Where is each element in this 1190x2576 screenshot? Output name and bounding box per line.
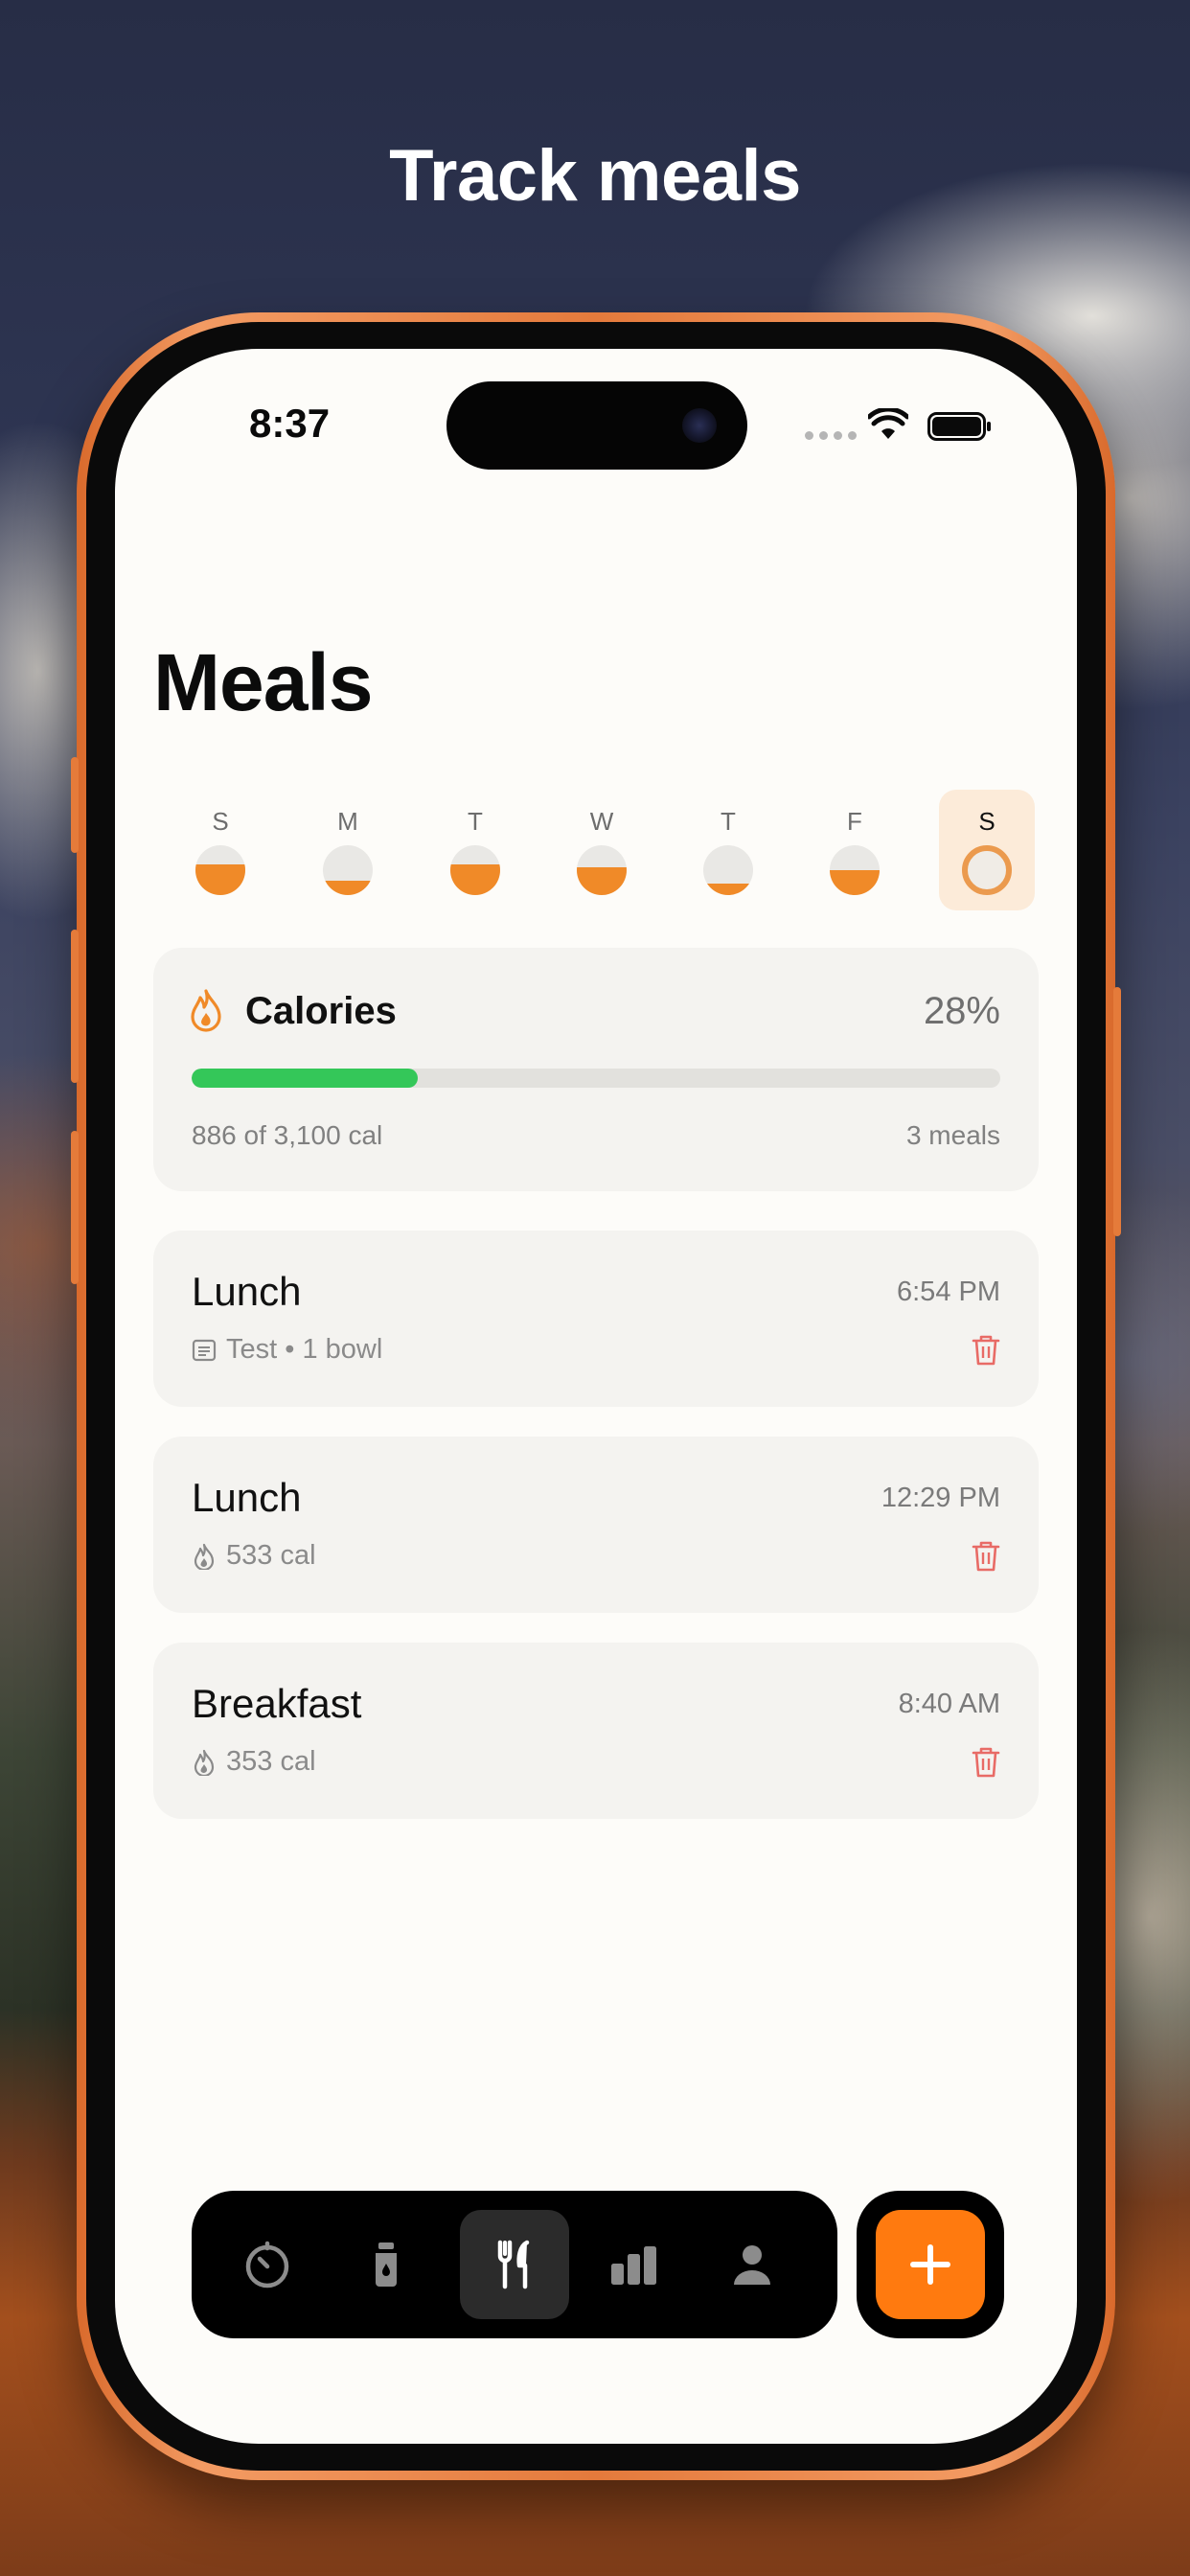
timer-icon bbox=[245, 2241, 289, 2288]
wifi-icon bbox=[868, 408, 908, 439]
meal-detail: 353 cal bbox=[192, 1746, 316, 1778]
fork-knife-icon bbox=[497, 2240, 530, 2289]
day-wednesday[interactable]: W bbox=[554, 790, 650, 910]
day-letter: M bbox=[337, 807, 358, 836]
cellular-signal-icon bbox=[805, 431, 857, 440]
meal-detail: 533 cal bbox=[192, 1540, 316, 1572]
plus-icon bbox=[910, 2244, 950, 2285]
meal-detail-text: 353 cal bbox=[226, 1746, 316, 1777]
promo-headline: Track meals bbox=[389, 135, 801, 217]
meal-card[interactable]: Lunch 6:54 PM Test • 1 bowl bbox=[153, 1230, 1039, 1407]
bottle-icon bbox=[376, 2242, 397, 2287]
delete-trash-icon[interactable] bbox=[972, 1334, 1000, 1367]
day-letter: S bbox=[978, 807, 995, 836]
day-tuesday[interactable]: T bbox=[427, 790, 523, 910]
battery-icon bbox=[927, 412, 991, 441]
day-letter: T bbox=[468, 807, 483, 836]
day-letter: F bbox=[847, 807, 862, 836]
bar-chart-icon bbox=[611, 2246, 656, 2285]
meal-detail-text: 533 cal bbox=[226, 1540, 316, 1571]
volume-up-button bbox=[71, 930, 79, 1083]
day-letter: W bbox=[589, 807, 614, 836]
day-progress-ring bbox=[450, 845, 500, 895]
meal-card[interactable]: Lunch 12:29 PM 533 cal bbox=[153, 1437, 1039, 1613]
day-sunday[interactable]: S bbox=[172, 790, 268, 910]
add-meal-container bbox=[857, 2191, 1004, 2338]
meals-count: 3 meals bbox=[905, 1120, 1000, 1150]
meal-detail-text: Test • 1 bowl bbox=[226, 1334, 383, 1365]
add-meal-button[interactable] bbox=[876, 2210, 985, 2319]
meal-detail: Test • 1 bowl bbox=[192, 1334, 382, 1366]
flame-icon bbox=[194, 1749, 215, 1776]
meal-time: 12:29 PM bbox=[881, 1483, 1000, 1513]
delete-trash-icon[interactable] bbox=[972, 1746, 1000, 1779]
flame-icon bbox=[191, 989, 221, 1032]
status-time: 8:37 bbox=[249, 401, 331, 446]
calories-percent: 28% bbox=[923, 990, 1000, 1032]
tab-water[interactable] bbox=[332, 2210, 441, 2319]
day-progress-ring bbox=[323, 845, 373, 895]
day-progress-ring bbox=[703, 845, 753, 895]
calories-progress-fill bbox=[192, 1069, 419, 1088]
calories-summary: 886 of 3,100 cal bbox=[192, 1120, 383, 1150]
day-letter: T bbox=[721, 807, 736, 836]
tab-bar bbox=[192, 2191, 837, 2338]
calories-title: Calories bbox=[245, 990, 397, 1032]
day-saturday-selected[interactable]: S bbox=[939, 790, 1035, 910]
calories-card[interactable]: Calories 28% 886 of 3,100 cal 3 meals bbox=[153, 948, 1039, 1191]
today-progress-ring bbox=[962, 845, 1012, 895]
meal-name: Breakfast bbox=[192, 1681, 362, 1726]
day-thursday[interactable]: T bbox=[680, 790, 776, 910]
meal-time: 6:54 PM bbox=[897, 1276, 1000, 1307]
meal-card[interactable]: Breakfast 8:40 AM 353 cal bbox=[153, 1643, 1039, 1819]
flame-icon bbox=[194, 1543, 215, 1570]
day-progress-ring bbox=[830, 845, 880, 895]
day-progress-ring bbox=[577, 845, 627, 895]
calories-progress-bar bbox=[192, 1069, 1000, 1088]
phone-screen: 8:37 Meals S M T W T F S Calories 28% 88… bbox=[115, 349, 1077, 2444]
day-monday[interactable]: M bbox=[300, 790, 396, 910]
week-strip: S M T W T F S bbox=[172, 790, 1035, 910]
dynamic-island bbox=[446, 381, 747, 470]
person-icon bbox=[734, 2245, 770, 2285]
meal-time: 8:40 AM bbox=[898, 1689, 1000, 1719]
tab-stats[interactable] bbox=[579, 2210, 688, 2319]
volume-down-button bbox=[71, 1131, 79, 1284]
day-letter: S bbox=[212, 807, 229, 836]
tab-timer[interactable] bbox=[213, 2210, 322, 2319]
power-button bbox=[1113, 987, 1121, 1236]
day-friday[interactable]: F bbox=[807, 790, 903, 910]
delete-trash-icon[interactable] bbox=[972, 1540, 1000, 1573]
day-progress-ring bbox=[195, 845, 245, 895]
tab-meals[interactable] bbox=[460, 2210, 569, 2319]
tab-profile[interactable] bbox=[698, 2210, 807, 2319]
action-button bbox=[71, 757, 79, 853]
camera-icon bbox=[682, 408, 717, 443]
meal-name: Lunch bbox=[192, 1475, 302, 1520]
note-icon bbox=[192, 1339, 217, 1361]
page-title: Meals bbox=[153, 637, 373, 727]
meal-name: Lunch bbox=[192, 1269, 302, 1314]
